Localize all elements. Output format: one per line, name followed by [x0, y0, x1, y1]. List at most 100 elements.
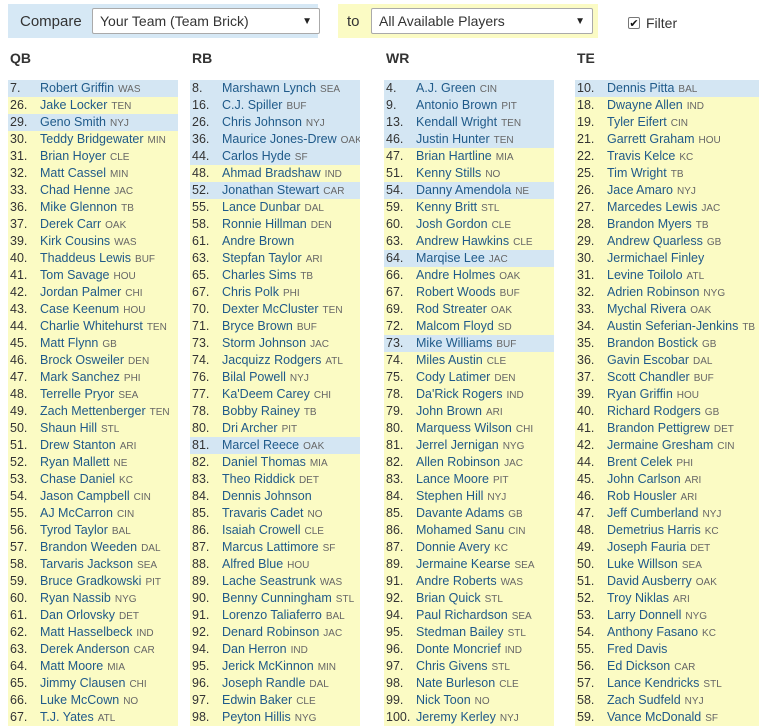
player-name-link[interactable]: Benny Cunningham — [222, 591, 332, 605]
player-row[interactable]: 47. Jeff Cumberland NYJ — [575, 505, 759, 522]
player-name-link[interactable]: Joseph Randle — [222, 676, 305, 690]
player-row[interactable]: 46. Rob Housler ARI — [575, 488, 759, 505]
player-row[interactable]: 30. Teddy Bridgewater MIN — [8, 131, 178, 148]
player-row[interactable]: 78. Bobby Rainey TB — [190, 403, 360, 420]
player-row[interactable]: 98. Nate Burleson CLE — [384, 675, 554, 692]
player-name-link[interactable]: Miles Austin — [416, 353, 483, 367]
player-row[interactable]: 50. Luke Willson SEA — [575, 556, 759, 573]
player-row[interactable]: 33. Chad Henne JAC — [8, 182, 178, 199]
player-row[interactable]: 82. Allen Robinson JAC — [384, 454, 554, 471]
player-name-link[interactable]: Levine Toilolo — [607, 268, 683, 282]
player-name-link[interactable]: Jermichael Finley — [607, 251, 704, 265]
player-name-link[interactable]: Josh Gordon — [416, 217, 488, 231]
player-row[interactable]: 54. Anthony Fasano KC — [575, 624, 759, 641]
player-row[interactable]: 39. Ryan Griffin HOU — [575, 386, 759, 403]
player-row[interactable]: 45. John Carlson ARI — [575, 471, 759, 488]
player-name-link[interactable]: AJ McCarron — [40, 506, 113, 520]
player-row[interactable]: 42. Jordan Palmer CHI — [8, 284, 178, 301]
player-row[interactable]: 47. Mark Sanchez PHI — [8, 369, 178, 386]
filter-checkbox[interactable]: ✔ — [628, 17, 640, 30]
player-name-link[interactable]: Jerrel Jernigan — [416, 438, 499, 452]
player-name-link[interactable]: Mike Williams — [416, 336, 492, 350]
player-name-link[interactable]: Maurice Jones-Drew — [222, 132, 337, 146]
player-name-link[interactable]: Travaris Cadet — [222, 506, 304, 520]
player-name-link[interactable]: C.J. Spiller — [222, 98, 282, 112]
player-name-link[interactable]: Travis Kelce — [607, 149, 675, 163]
player-name-link[interactable]: Nate Burleson — [416, 676, 495, 690]
player-row[interactable]: 45. Matt Flynn GB — [8, 335, 178, 352]
player-name-link[interactable]: Jordan Palmer — [40, 285, 121, 299]
player-name-link[interactable]: Dwayne Allen — [607, 98, 683, 112]
player-name-link[interactable]: Troy Niklas — [607, 591, 669, 605]
player-name-link[interactable]: Zach Mettenberger — [40, 404, 146, 418]
player-name-link[interactable]: Drew Stanton — [40, 438, 116, 452]
player-row[interactable]: 49. Joseph Fauria DET — [575, 539, 759, 556]
player-row[interactable]: 42. Jermaine Gresham CIN — [575, 437, 759, 454]
player-row[interactable]: 83. Lance Moore PIT — [384, 471, 554, 488]
player-row[interactable]: 97. Edwin Baker CLE — [190, 692, 360, 709]
player-name-link[interactable]: Lance Kendricks — [607, 676, 699, 690]
player-row[interactable]: 91. Lorenzo Taliaferro BAL — [190, 607, 360, 624]
player-name-link[interactable]: Andre Holmes — [416, 268, 495, 282]
player-name-link[interactable]: Isaiah Crowell — [222, 523, 301, 537]
player-row[interactable]: 81. Jerrel Jernigan NYG — [384, 437, 554, 454]
player-row[interactable]: 86. Mohamed Sanu CIN — [384, 522, 554, 539]
player-row[interactable]: 54. Danny Amendola NE — [384, 182, 554, 199]
player-name-link[interactable]: Marqise Lee — [416, 251, 485, 265]
player-row[interactable]: 86. Isaiah Crowell CLE — [190, 522, 360, 539]
player-row[interactable]: 58. Ronnie Hillman DEN — [190, 216, 360, 233]
player-row[interactable]: 51. Drew Stanton ARI — [8, 437, 178, 454]
player-name-link[interactable]: Chase Daniel — [40, 472, 115, 486]
player-row[interactable]: 67. Robert Woods BUF — [384, 284, 554, 301]
player-row[interactable]: 26. Chris Johnson NYJ — [190, 114, 360, 131]
player-name-link[interactable]: Robert Woods — [416, 285, 496, 299]
player-row[interactable]: 55. Fred Davis — [575, 641, 759, 658]
player-name-link[interactable]: Stephen Hill — [416, 489, 483, 503]
player-row[interactable]: 29. Andrew Quarless GB — [575, 233, 759, 250]
player-name-link[interactable]: Dennis Johnson — [222, 489, 312, 503]
player-name-link[interactable]: Andre Brown — [222, 234, 294, 248]
player-row[interactable]: 94. Paul Richardson SEA — [384, 607, 554, 624]
player-row[interactable]: 10. Dennis Pitta BAL — [575, 80, 759, 97]
player-name-link[interactable]: Marshawn Lynch — [222, 81, 316, 95]
player-name-link[interactable]: A.J. Green — [416, 81, 476, 95]
player-name-link[interactable]: Zach Sudfeld — [607, 693, 681, 707]
player-row[interactable]: 52. Jonathan Stewart CAR — [190, 182, 360, 199]
player-row[interactable]: 29. Geno Smith NYJ — [8, 114, 178, 131]
player-row[interactable]: 80. Dri Archer PIT — [190, 420, 360, 437]
player-name-link[interactable]: Tyrod Taylor — [40, 523, 108, 537]
player-name-link[interactable]: Marcus Lattimore — [222, 540, 319, 554]
player-name-link[interactable]: Andrew Hawkins — [416, 234, 509, 248]
player-row[interactable]: 27. Marcedes Lewis JAC — [575, 199, 759, 216]
player-row[interactable]: 4. A.J. Green CIN — [384, 80, 554, 97]
player-row[interactable]: 84. Stephen Hill NYJ — [384, 488, 554, 505]
player-row[interactable]: 48. Terrelle Pryor SEA — [8, 386, 178, 403]
player-row[interactable]: 53. Chase Daniel KC — [8, 471, 178, 488]
player-row[interactable]: 75. Cody Latimer DEN — [384, 369, 554, 386]
player-row[interactable]: 74. Miles Austin CLE — [384, 352, 554, 369]
player-name-link[interactable]: Ahmad Bradshaw — [222, 166, 321, 180]
player-name-link[interactable]: Matt Cassel — [40, 166, 106, 180]
player-row[interactable]: 89. Lache Seastrunk WAS — [190, 573, 360, 590]
player-row[interactable]: 69. Rod Streater OAK — [384, 301, 554, 318]
player-row[interactable]: 7. Robert Griffin WAS — [8, 80, 178, 97]
player-name-link[interactable]: Jermaine Kearse — [416, 557, 511, 571]
player-name-link[interactable]: Bryce Brown — [222, 319, 293, 333]
player-row[interactable]: 33. Mychal Rivera OAK — [575, 301, 759, 318]
player-row[interactable]: 81. Marcel Reece OAK — [190, 437, 360, 454]
player-row[interactable]: 25. Tim Wright TB — [575, 165, 759, 182]
player-name-link[interactable]: Stepfan Taylor — [222, 251, 302, 265]
player-row[interactable]: 39. Kirk Cousins WAS — [8, 233, 178, 250]
player-row[interactable]: 66. Luke McCown NO — [8, 692, 178, 709]
player-name-link[interactable]: Stedman Bailey — [416, 625, 504, 639]
player-name-link[interactable]: Dexter McCluster — [222, 302, 319, 316]
player-row[interactable]: 13. Kendall Wright TEN — [384, 114, 554, 131]
player-name-link[interactable]: Charles Sims — [222, 268, 296, 282]
player-row[interactable]: 61. Andre Brown — [190, 233, 360, 250]
player-name-link[interactable]: Lance Dunbar — [222, 200, 301, 214]
player-name-link[interactable]: Tim Wright — [607, 166, 667, 180]
player-name-link[interactable]: Denard Robinson — [222, 625, 319, 639]
player-row[interactable]: 85. Davante Adams GB — [384, 505, 554, 522]
player-row[interactable]: 48. Demetrius Harris KC — [575, 522, 759, 539]
player-name-link[interactable]: Chris Polk — [222, 285, 279, 299]
